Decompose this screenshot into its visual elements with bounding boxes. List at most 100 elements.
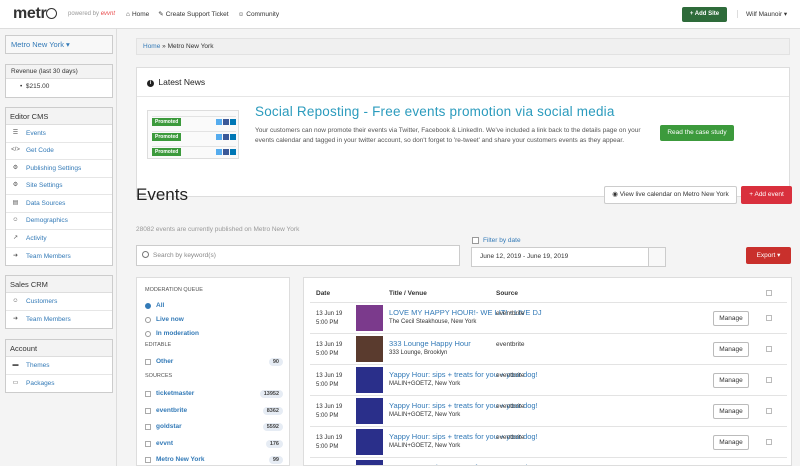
globe-icon: [46, 8, 58, 19]
filter-label: All: [156, 302, 165, 309]
export-button[interactable]: Export ▾: [746, 247, 791, 264]
filter-source-eventbrite[interactable]: eventbrite 8362: [145, 405, 283, 416]
row-checkbox[interactable]: [766, 439, 772, 445]
sidebar-item-publishing-settings[interactable]: ⚙ Publishing Settings: [6, 160, 112, 178]
filter-source-goldstar[interactable]: goldstar 5592: [145, 421, 283, 432]
filter-all[interactable]: All: [145, 300, 283, 311]
manage-button[interactable]: Manage: [713, 342, 749, 357]
search-input[interactable]: Search by keyword(s): [136, 245, 460, 266]
metro-logo[interactable]: metr: [13, 5, 58, 23]
row-checkbox[interactable]: [766, 377, 772, 383]
sidebar-item-label: Events: [26, 129, 46, 137]
event-thumbnail[interactable]: [356, 429, 383, 455]
event-date: 13 Jun 19 5:00 PM: [316, 341, 342, 359]
column-header-date[interactable]: Date: [316, 290, 330, 297]
filter-live-now[interactable]: Live now: [145, 314, 283, 325]
promo-row: Promoted: [152, 116, 236, 126]
gears-icon: ⚙: [12, 182, 19, 189]
manage-button[interactable]: Manage: [713, 311, 749, 326]
facebook-icon: [223, 148, 229, 155]
filter-in-moderation[interactable]: In moderation: [145, 328, 283, 339]
event-venue: MALIN+GOETZ, New York: [389, 412, 461, 418]
nav-create-support-ticket[interactable]: ✎ Create Support Ticket: [158, 10, 228, 19]
powered-by: powered by evvnt: [68, 11, 115, 17]
sidebar-item-label: Customers: [26, 297, 58, 305]
read-case-study-button[interactable]: Read the case study: [660, 125, 734, 141]
sidebar-item-get-code[interactable]: </> Get Code: [6, 143, 112, 160]
sidebar-item-team-members[interactable]: ➜ Team Members: [6, 248, 112, 266]
event-source: eventbrite: [496, 372, 525, 379]
count-badge: 99: [268, 455, 283, 464]
sidebar-item-data-sources[interactable]: ▤ Data Sources: [6, 195, 112, 213]
filter-by-date-label: Filter by date: [483, 237, 521, 244]
row-checkbox[interactable]: [766, 315, 772, 321]
code-icon: </>: [11, 147, 20, 154]
column-header-title[interactable]: Title / Venue: [389, 290, 427, 297]
row-checkbox[interactable]: [766, 346, 772, 352]
event-date: 13 Jun 19 5:00 PM: [316, 403, 342, 421]
sidebar-item-events[interactable]: ☰ Events: [6, 125, 112, 143]
count-badge: 13952: [259, 389, 283, 398]
event-thumbnail[interactable]: [356, 367, 383, 393]
event-thumbnail[interactable]: [356, 305, 383, 331]
calendar-icon[interactable]: [648, 248, 665, 266]
city-selector[interactable]: Metro New York ▾: [5, 35, 113, 54]
sidebar-item-label: Site Settings: [26, 182, 63, 190]
filter-source-metro-new-york[interactable]: Metro New York 99: [145, 454, 283, 465]
event-thumbnail[interactable]: [356, 398, 383, 424]
sidebar-item-themes[interactable]: ▬ Themes: [6, 357, 112, 375]
sidebar-item-demographics[interactable]: ☺ Demographics: [6, 213, 112, 230]
checkbox-icon: [145, 390, 151, 397]
column-header-source[interactable]: Source: [496, 290, 518, 297]
info-icon: i: [147, 80, 154, 87]
event-source: eventbrite: [496, 310, 525, 317]
sidebar-item-packages[interactable]: ▭ Packages: [6, 375, 112, 393]
sidebar-item-crm-team-members[interactable]: ➜ Team Members: [6, 311, 112, 329]
top-navbar: metr powered by evvnt ⌂ Home ✎ Create Supp…: [0, 0, 800, 29]
checkbox-icon: [145, 423, 151, 430]
event-title-link[interactable]: 333 Lounge Happy Hour: [389, 339, 471, 348]
nav-community[interactable]: ☺ Community: [238, 10, 280, 18]
logo-text: metr: [13, 5, 47, 22]
event-source: eventbrite: [496, 403, 525, 410]
sidebar-item-label: Packages: [26, 379, 55, 387]
event-date-day: 13 Jun 19: [316, 435, 343, 441]
user-menu[interactable]: Wilf Maunoir ▾: [737, 10, 787, 18]
promoted-tag: Promoted: [152, 132, 182, 141]
filter-label: evvnt: [156, 440, 173, 447]
event-thumbnail[interactable]: [356, 460, 383, 465]
breadcrumb-home[interactable]: Home: [143, 43, 160, 50]
home-icon: ⌂: [126, 10, 130, 18]
filter-by-date-checkbox[interactable]: Filter by date: [472, 237, 521, 244]
events-table: Date Title / Venue Source 13 Jun 19 5:00 …: [303, 277, 792, 466]
users-icon: ☺: [12, 297, 19, 304]
sales-crm-section: Sales CRM ☺ Customers ➜ Team Members: [5, 275, 113, 329]
sidebar-item-customers[interactable]: ☺ Customers: [6, 293, 112, 311]
filter-source-ticketmaster[interactable]: ticketmaster 13952: [145, 388, 283, 399]
event-date-day: 13 Jun 19: [316, 373, 343, 379]
event-time: 5:00 PM: [316, 413, 339, 419]
manage-button[interactable]: Manage: [713, 373, 749, 388]
filter-source-evvnt[interactable]: evvnt 176: [145, 438, 283, 449]
account-section: Account ▬ Themes ▭ Packages: [5, 339, 113, 393]
row-checkbox[interactable]: [766, 408, 772, 414]
radio-icon: [145, 316, 151, 323]
sidebar-item-activity[interactable]: ↗ Activity: [6, 230, 112, 248]
manage-button[interactable]: Manage: [713, 404, 749, 419]
nav-home[interactable]: ⌂ Home: [126, 10, 149, 18]
linkedin-icon: [230, 118, 236, 125]
news-title: Latest News: [158, 77, 206, 87]
revenue-amount: $215.00: [25, 83, 50, 90]
sidebar-item-site-settings[interactable]: ⚙ Site Settings: [6, 178, 112, 195]
sign-in-icon: ➜: [12, 252, 19, 259]
add-event-button[interactable]: + Add event: [741, 186, 792, 204]
select-all-checkbox[interactable]: [766, 290, 772, 296]
manage-button[interactable]: Manage: [713, 435, 749, 450]
add-site-button[interactable]: + Add Site: [682, 7, 727, 22]
powered-by-text: powered by: [68, 11, 100, 17]
view-live-calendar-button[interactable]: ◉ View live calendar on Metro New York: [604, 186, 737, 204]
date-range-input[interactable]: June 12, 2019 - June 19, 2019: [471, 247, 666, 267]
event-thumbnail[interactable]: [356, 336, 383, 362]
filter-other[interactable]: Other 90: [145, 356, 283, 367]
sources-label: SOURCES: [145, 373, 173, 379]
